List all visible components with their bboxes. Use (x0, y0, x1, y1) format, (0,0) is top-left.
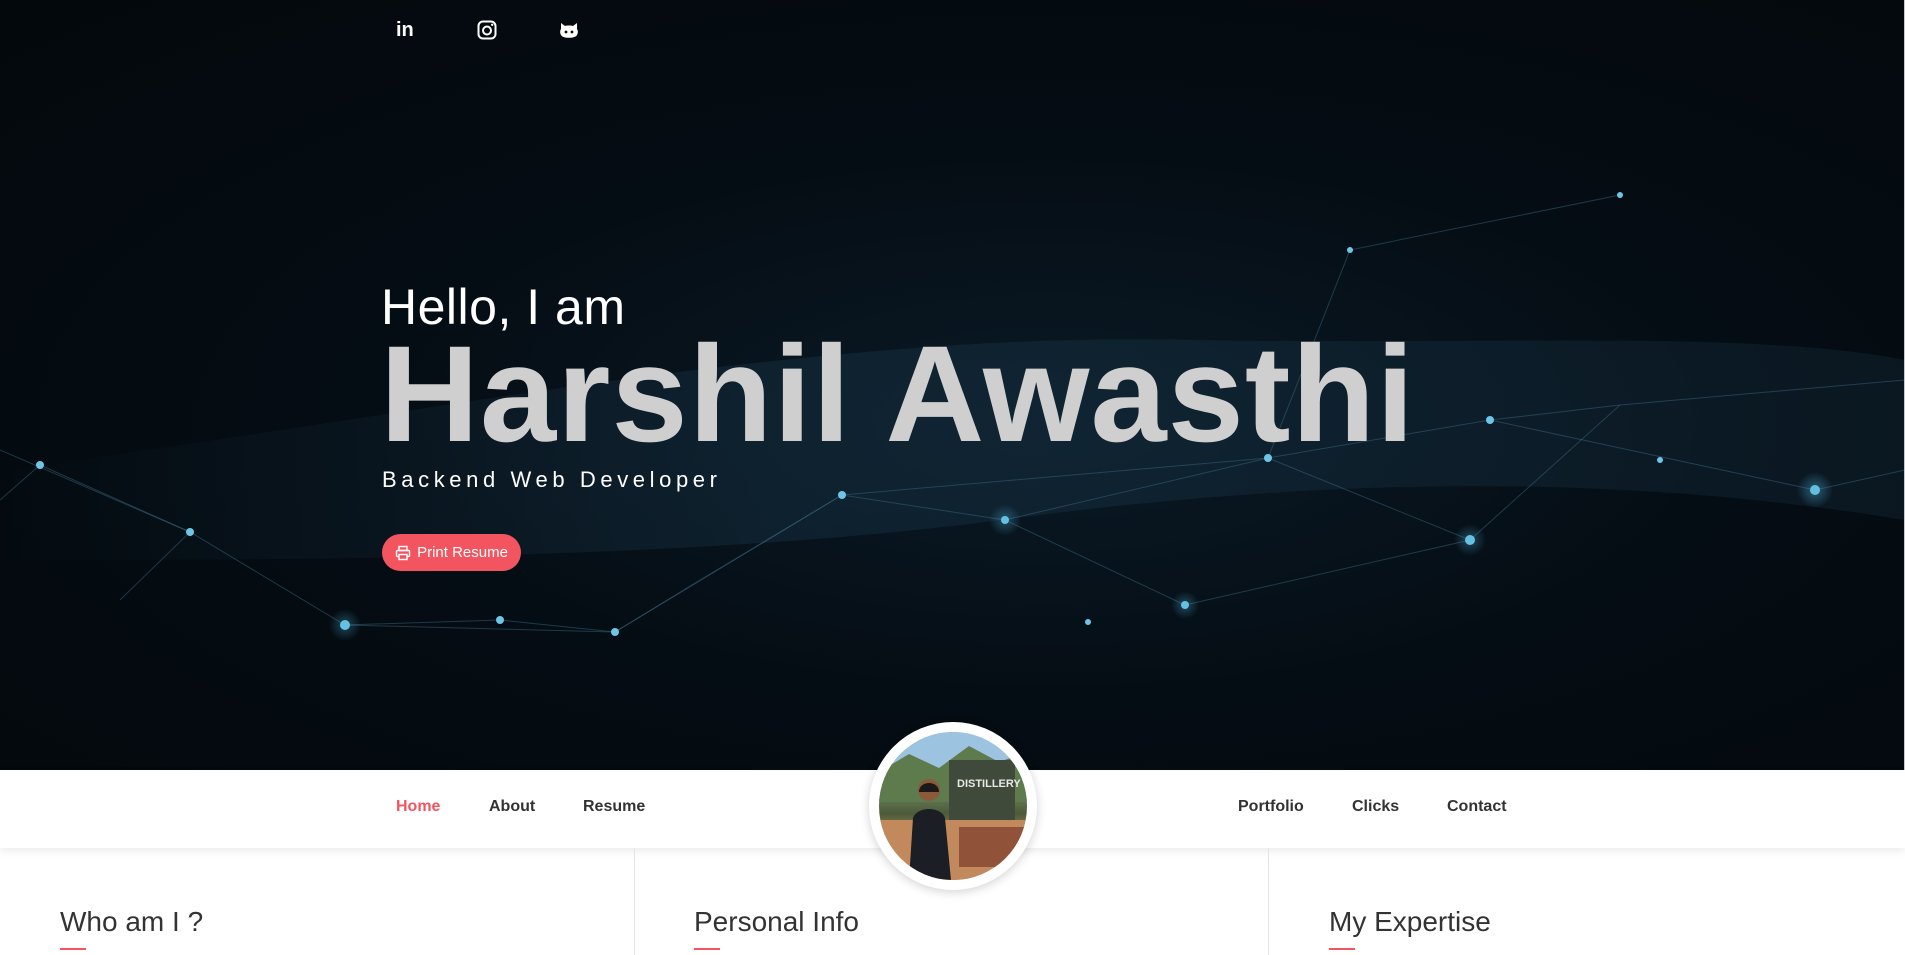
linkedin-link[interactable]: in (392, 16, 473, 44)
personal-info-title: Personal Info (694, 906, 859, 937)
hero-role: Backend Web Developer (382, 467, 722, 492)
title-underline (1329, 948, 1355, 950)
github-icon (560, 23, 578, 38)
my-expertise-title: My Expertise (1329, 906, 1491, 937)
nav-clicks[interactable]: Clicks (1352, 798, 1399, 816)
github-link[interactable] (554, 16, 635, 44)
hero-name: Harshil Awasthi (380, 318, 1416, 471)
instagram-icon (477, 20, 497, 40)
nav-contact[interactable]: Contact (1447, 798, 1507, 816)
about-columns: Who am I ? Personal Info My Expertise (0, 848, 1905, 955)
svg-text:DISTILLERY: DISTILLERY (957, 778, 1021, 790)
printer-icon (395, 545, 411, 560)
instagram-link[interactable] (473, 16, 554, 44)
who-am-i-title: Who am I ? (60, 906, 204, 937)
nav-portfolio[interactable]: Portfolio (1238, 798, 1304, 816)
print-resume-label: Print Resume (417, 544, 508, 561)
nav-resume[interactable]: Resume (583, 798, 645, 816)
print-resume-button[interactable]: Print Resume (382, 534, 521, 571)
column-divider (1268, 848, 1269, 955)
nav-about[interactable]: About (489, 798, 535, 816)
hero-section: in Hello, I am Harshil Awasthi Backend W… (0, 0, 1905, 770)
linkedin-icon: in (396, 18, 414, 41)
column-divider (634, 848, 635, 955)
nav-home[interactable]: Home (396, 798, 440, 816)
title-underline (694, 948, 720, 950)
title-underline (60, 948, 86, 950)
social-links: in (392, 16, 635, 44)
